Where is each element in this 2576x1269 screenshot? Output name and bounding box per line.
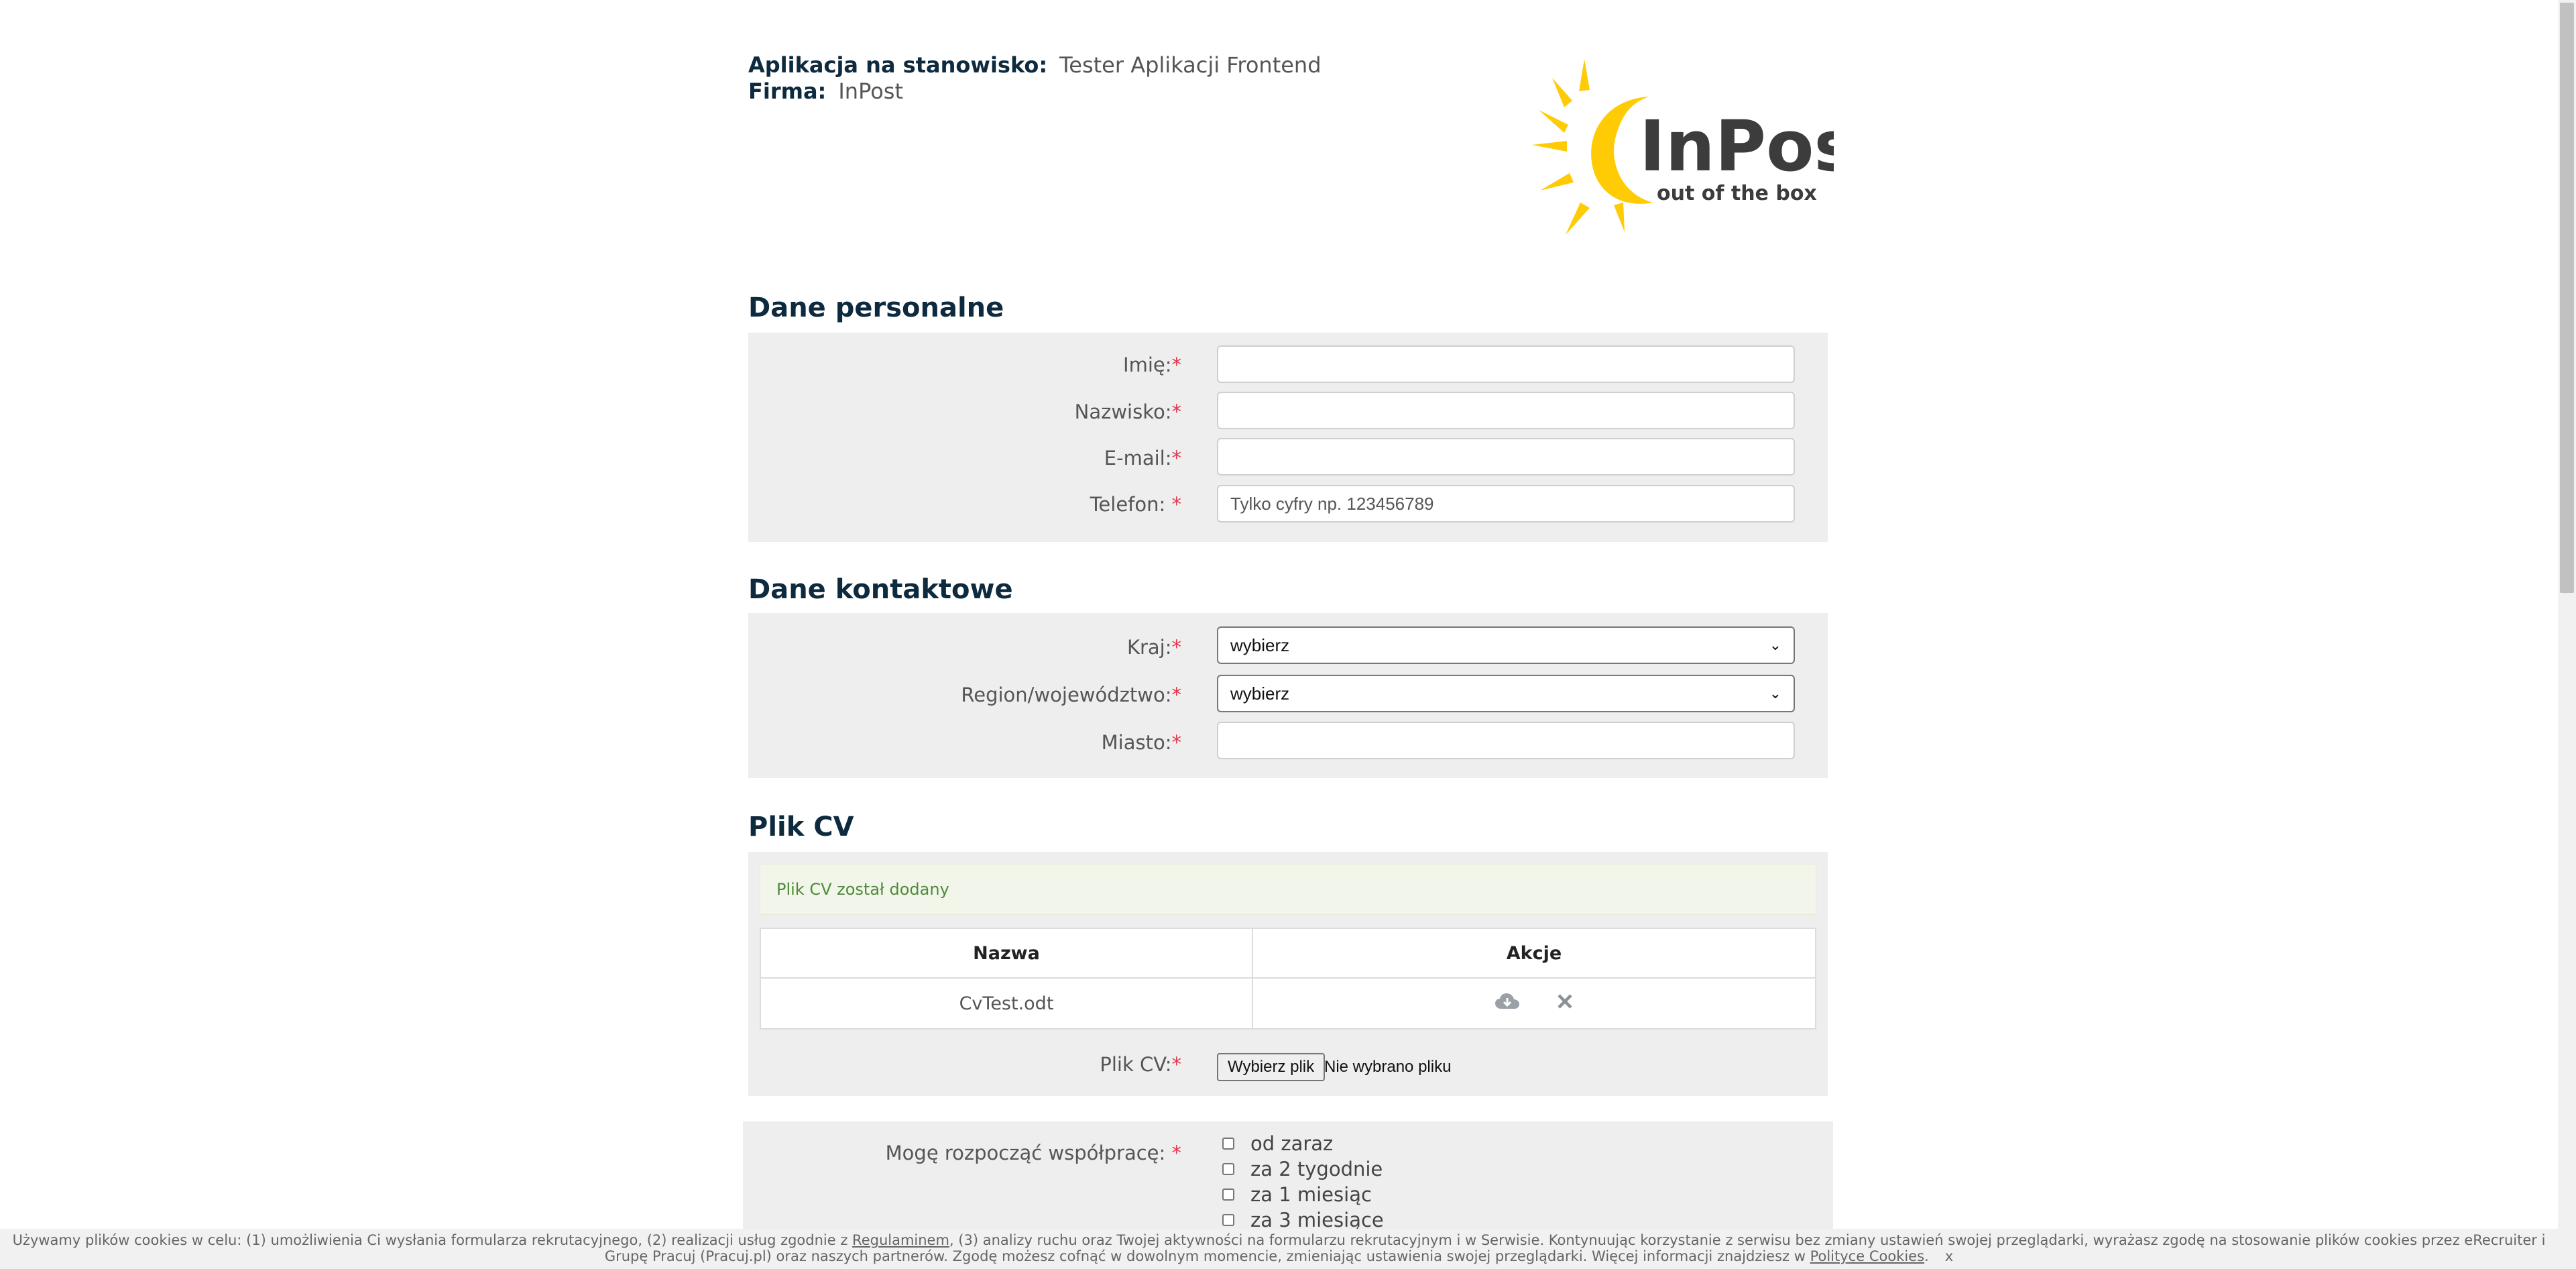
cookie-text-3: .: [1924, 1248, 1929, 1264]
personal-section-title: Dane personalne: [748, 292, 1004, 323]
choose-file-button[interactable]: Wybierz plik: [1217, 1053, 1326, 1081]
availability-option-label: za 3 miesiące: [1250, 1209, 1384, 1231]
company-label: Firma:: [748, 78, 827, 104]
table-row: CvTest.odt: [760, 977, 1816, 1030]
position-value: Tester Aplikacji Frontend: [1059, 52, 1322, 78]
position-label: Aplikacja na stanowisko:: [748, 52, 1048, 78]
contact-section-title: Dane kontaktowe: [748, 574, 1013, 605]
email-label: E-mail:*: [1104, 447, 1181, 470]
country-select-value: wybierz: [1230, 634, 1290, 655]
download-icon[interactable]: [1495, 993, 1519, 1015]
company-value: InPost: [838, 78, 904, 104]
phone-placeholder: Tylko cyfry np. 123456789: [1230, 493, 1434, 514]
no-file-chosen-text: Nie wybrano pliku: [1324, 1058, 1452, 1076]
availability-option-label: za 2 tygodnie: [1250, 1158, 1383, 1180]
city-label: Miasto:*: [1101, 731, 1181, 754]
logo-tagline: out of the box: [1657, 182, 1817, 205]
phone-input[interactable]: Tylko cyfry np. 123456789: [1217, 485, 1795, 522]
company-line: Firma: InPost: [748, 78, 903, 105]
application-form-page: Aplikacja na stanowisko: Tester Aplikacji…: [0, 0, 2576, 1269]
availability-option-label: za 1 miesiąc: [1250, 1183, 1372, 1206]
cv-files-table: Nazwa Akcje CvTest.odt: [760, 928, 1816, 1030]
inpost-logo: InPost out of the box: [1532, 59, 1889, 240]
availability-option[interactable]: za 2 tygodnie: [1222, 1158, 1383, 1180]
availability-option-label: od zaraz: [1250, 1132, 1334, 1155]
checkbox[interactable]: [1222, 1138, 1234, 1150]
availability-option[interactable]: za 3 miesiące: [1222, 1209, 1384, 1231]
email-input[interactable]: [1217, 438, 1795, 476]
position-line: Aplikacja na stanowisko: Tester Aplikacji…: [748, 52, 1322, 78]
column-header-name: Nazwa: [760, 928, 1253, 979]
cookie-banner: Używamy plików cookies w celu: (1) umożl…: [0, 1229, 2558, 1269]
last-name-input[interactable]: [1217, 392, 1795, 429]
scrollbar[interactable]: [2558, 0, 2576, 1269]
logo-wordmark: InPost: [1639, 105, 1834, 187]
cookie-policy-link[interactable]: Polityce Cookies: [1810, 1248, 1924, 1264]
cv-file-name: CvTest.odt: [760, 977, 1253, 1030]
country-label: Kraj:*: [1126, 636, 1181, 659]
terms-link[interactable]: Regulaminem: [852, 1232, 949, 1248]
availability-option[interactable]: za 1 miesiąc: [1222, 1183, 1372, 1206]
scrollbar-thumb[interactable]: [2560, 3, 2574, 593]
checkbox[interactable]: [1222, 1189, 1234, 1201]
cv-file-actions: [1252, 977, 1816, 1030]
cv-success-alert: Plik CV został dodany: [760, 864, 1816, 915]
cv-section-title: Plik CV: [748, 812, 854, 842]
region-label: Region/województwo:*: [961, 683, 1181, 706]
cookie-text-1: Używamy plików cookies w celu: (1) umożl…: [12, 1232, 853, 1248]
city-input[interactable]: [1217, 722, 1795, 759]
availability-label: Mogę rozpocząć współpracę: *: [885, 1142, 1181, 1164]
country-select[interactable]: wybierz ⌄: [1217, 626, 1795, 664]
region-select[interactable]: wybierz ⌄: [1217, 675, 1795, 712]
last-name-label: Nazwisko:*: [1074, 400, 1181, 423]
chevron-down-icon: ⌄: [1769, 685, 1781, 702]
close-icon[interactable]: [1557, 993, 1573, 1014]
chevron-down-icon: ⌄: [1769, 637, 1781, 653]
checkbox[interactable]: [1222, 1163, 1234, 1175]
cookie-close-button[interactable]: x: [1945, 1248, 1953, 1264]
cv-file-label: Plik CV:*: [1100, 1053, 1181, 1076]
phone-label: Telefon: *: [1090, 493, 1181, 516]
column-header-actions: Akcje: [1252, 928, 1816, 979]
region-select-value: wybierz: [1230, 683, 1290, 704]
checkbox[interactable]: [1222, 1214, 1234, 1226]
first-name-label: Imię:*: [1123, 353, 1181, 376]
availability-option[interactable]: od zaraz: [1222, 1132, 1333, 1155]
first-name-input[interactable]: [1217, 345, 1795, 383]
